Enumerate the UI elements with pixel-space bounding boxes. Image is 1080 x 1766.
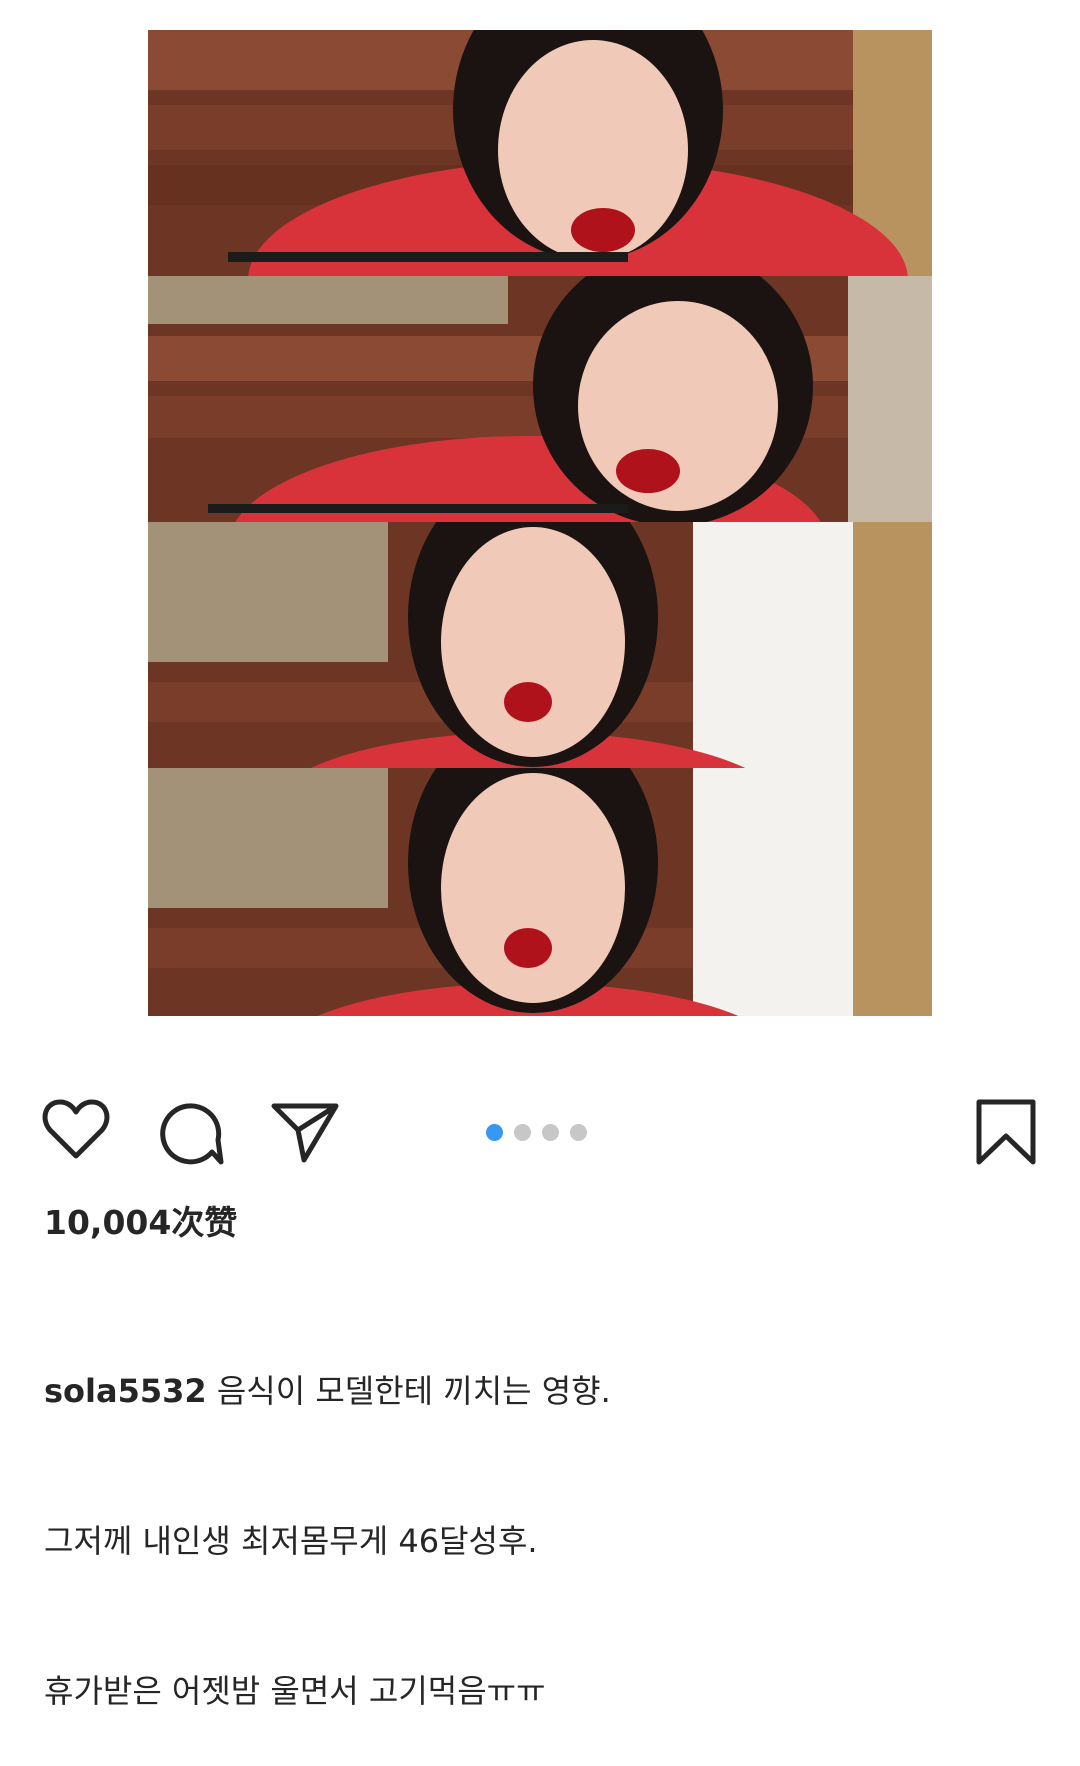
comment-bubble-icon[interactable]	[158, 1100, 224, 1166]
bookmark-icon[interactable]	[974, 1098, 1038, 1168]
photo-panel-2	[148, 276, 932, 522]
caption-text-1: 음식이 모델한테 끼치는 영향.	[216, 1372, 611, 1410]
post-photo-collage[interactable]	[148, 30, 932, 1016]
likes-count[interactable]: 10,004次赞	[44, 1196, 237, 1244]
carousel-dot-4[interactable]	[570, 1124, 587, 1141]
username-link[interactable]: sola5532	[44, 1372, 207, 1410]
photo-panel-1	[148, 30, 932, 276]
caption-line-3: 휴가받은 어젯밤 울면서 고기먹음ㅠㅠ	[44, 1672, 546, 1710]
paper-plane-icon[interactable]	[270, 1100, 340, 1164]
carousel-dot-1[interactable]	[486, 1124, 503, 1141]
post-caption: sola5532 음식이 모델한테 끼치는 영향. 그저께 내인생 최저몸무게 …	[44, 1266, 1044, 1766]
carousel-dot-3[interactable]	[542, 1124, 559, 1141]
heart-icon[interactable]	[42, 1098, 110, 1160]
photo-panel-4	[148, 768, 932, 1016]
caption-line-1: sola5532 음식이 모델한테 끼치는 영향.	[44, 1366, 1044, 1416]
carousel-indicator	[486, 1124, 587, 1141]
photo-panel-3	[148, 522, 932, 768]
carousel-dot-2[interactable]	[514, 1124, 531, 1141]
caption-line-2: 그저께 내인생 최저몸무게 46달성후.	[44, 1522, 538, 1560]
